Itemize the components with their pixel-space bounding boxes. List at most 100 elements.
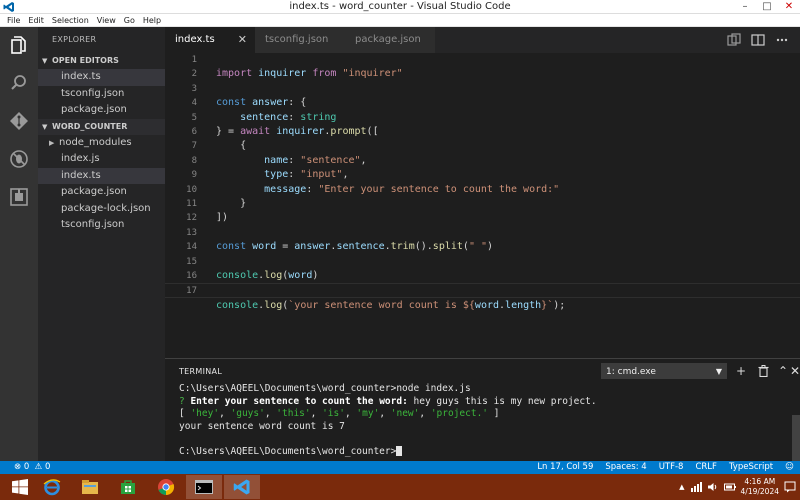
editor-actions: [726, 27, 800, 53]
cursor-position[interactable]: Ln 17, Col 59: [531, 461, 599, 474]
close-panel-button[interactable]: ✕: [789, 363, 800, 379]
battery-icon[interactable]: [723, 482, 736, 492]
status-bar: ⊗ 0 ⚠ 0 Ln 17, Col 59 Spaces: 4 UTF-8 CR…: [0, 461, 800, 474]
menu-help[interactable]: Help: [139, 14, 165, 26]
explorer-sidebar: EXPLORER ▼ OPEN EDITORS index.ts tsconfig…: [38, 27, 165, 461]
terminal-line: C:\Users\AQEEL\Documents\word_counter>no…: [179, 383, 471, 394]
volume-icon[interactable]: [707, 482, 719, 492]
menu-selection[interactable]: Selection: [48, 14, 93, 26]
store-icon[interactable]: [110, 475, 146, 499]
chrome-icon[interactable]: [148, 475, 184, 499]
chevron-down-icon: ▼: [42, 122, 48, 131]
terminal-panel: TERMINAL 1: cmd.exe ▼ + ⌃ ✕ C:\Users\AQE…: [165, 358, 800, 462]
menu-go[interactable]: Go: [120, 14, 139, 26]
open-editors-section[interactable]: ▼ OPEN EDITORS: [38, 53, 165, 69]
split-editor-icon[interactable]: [750, 32, 766, 48]
explorer-icon[interactable]: [7, 33, 31, 57]
windows-taskbar: ▲ 4:16 AM 4/19/2024: [0, 474, 800, 500]
tray-overflow-icon[interactable]: ▲: [679, 483, 684, 491]
close-window-button[interactable]: ✕: [778, 0, 800, 14]
terminal-line: ? Enter your sentence to count the word:…: [179, 395, 597, 407]
line-number: 7: [191, 141, 197, 152]
terminal-title: TERMINAL: [179, 367, 223, 376]
file-item[interactable]: tsconfig.json: [38, 217, 165, 234]
notifications-icon[interactable]: [784, 481, 796, 493]
open-editor-item[interactable]: package.json: [38, 102, 165, 119]
clock[interactable]: 4:16 AM 4/19/2024: [741, 477, 779, 497]
line-number: 4: [191, 98, 197, 109]
trash-icon: [758, 365, 768, 377]
windows-start-icon[interactable]: [2, 475, 38, 499]
open-editor-item[interactable]: tsconfig.json: [38, 86, 165, 103]
line-number: 16: [186, 271, 197, 281]
tab-bar: index.ts ✕ tsconfig.json package.json: [165, 27, 800, 53]
encoding[interactable]: UTF-8: [653, 461, 690, 474]
internet-explorer-icon[interactable]: [34, 475, 70, 499]
source-control-icon[interactable]: [7, 109, 31, 133]
file-item[interactable]: package-lock.json: [38, 201, 165, 218]
terminal-scrollbar[interactable]: [792, 415, 800, 462]
line-endings[interactable]: CRLF: [689, 461, 722, 474]
problems-indicator[interactable]: ⊗ 0 ⚠ 0: [14, 461, 50, 474]
line-number: 3: [191, 83, 197, 94]
chevron-right-icon: ▶: [49, 138, 55, 147]
more-actions-icon[interactable]: [774, 32, 790, 48]
activity-bar: [0, 27, 38, 461]
chevron-down-icon: ▼: [715, 367, 722, 376]
terminal-prompt: C:\Users\AQEEL\Documents\word_counter>: [179, 446, 597, 459]
line-number: 2: [191, 69, 197, 80]
tab-package-json[interactable]: package.json: [345, 27, 435, 53]
file-item[interactable]: index.ts: [38, 167, 165, 184]
extensions-icon[interactable]: [7, 185, 31, 209]
tab-tsconfig[interactable]: tsconfig.json: [255, 27, 345, 53]
chevron-down-icon: ▼: [42, 57, 48, 65]
line-number: 12: [186, 213, 197, 224]
open-changes-icon[interactable]: [726, 32, 742, 48]
line-number: 5: [191, 112, 197, 123]
explorer-header: EXPLORER: [52, 35, 97, 44]
folder-item-node-modules[interactable]: ▶ node_modules: [38, 135, 165, 152]
line-number: 8: [191, 155, 197, 166]
new-terminal-button[interactable]: +: [733, 363, 749, 379]
line-number: 11: [186, 199, 197, 209]
close-tab-icon[interactable]: ✕: [238, 27, 247, 53]
terminal-shell-select[interactable]: 1: cmd.exe ▼: [601, 363, 727, 379]
language-mode[interactable]: TypeScript: [723, 461, 779, 474]
file-explorer-icon[interactable]: [72, 475, 108, 499]
code-line: console.log(`your sentence word count is…: [216, 299, 566, 311]
window-title: index.ts - word_counter - Visual Studio …: [289, 1, 511, 12]
system-tray: ▲ 4:16 AM 4/19/2024: [679, 476, 796, 498]
search-icon[interactable]: [7, 71, 31, 95]
line-number: 13: [186, 227, 197, 238]
project-section[interactable]: ▼ WORD_COUNTER: [38, 118, 165, 135]
terminal-output[interactable]: C:\Users\AQEEL\Documents\word_counter>no…: [179, 383, 597, 458]
file-item[interactable]: package.json: [38, 184, 165, 201]
menu-file[interactable]: File: [3, 14, 24, 26]
vscode-taskbar-icon[interactable]: [224, 475, 260, 499]
line-number: 9: [191, 170, 197, 181]
network-icon[interactable]: [690, 482, 702, 492]
file-item[interactable]: index.js: [38, 151, 165, 168]
tab-index-ts[interactable]: index.ts ✕: [165, 27, 255, 53]
kill-terminal-button[interactable]: [755, 363, 771, 379]
debug-icon[interactable]: [7, 147, 31, 171]
title-bar: index.ts - word_counter - Visual Studio …: [0, 0, 800, 14]
minimize-button[interactable]: –: [734, 0, 756, 14]
terminal-line: your sentence word count is 7: [179, 420, 345, 432]
feedback-icon[interactable]: ☺: [779, 461, 800, 474]
terminal-cursor: [396, 446, 403, 456]
menu-view[interactable]: View: [93, 14, 120, 26]
menu-bar: File Edit Selection View Go Help: [0, 14, 800, 27]
line-number: 14: [186, 242, 197, 253]
code-editor[interactable]: 1 import inquirer from "inquirer" 2 3 co…: [165, 53, 800, 358]
maximize-button[interactable]: □: [756, 0, 778, 14]
line-number: 17: [186, 286, 197, 297]
indentation[interactable]: Spaces: 4: [599, 461, 652, 474]
line-number: 10: [186, 184, 197, 195]
open-editor-item[interactable]: index.ts: [38, 69, 165, 86]
menu-edit[interactable]: Edit: [24, 14, 48, 26]
terminal-line: [ 'hey', 'guys', 'this', 'is', 'my', 'ne…: [179, 408, 500, 419]
cmd-icon[interactable]: [186, 475, 222, 499]
line-number: 6: [191, 127, 197, 137]
line-number: 1: [191, 55, 197, 65]
